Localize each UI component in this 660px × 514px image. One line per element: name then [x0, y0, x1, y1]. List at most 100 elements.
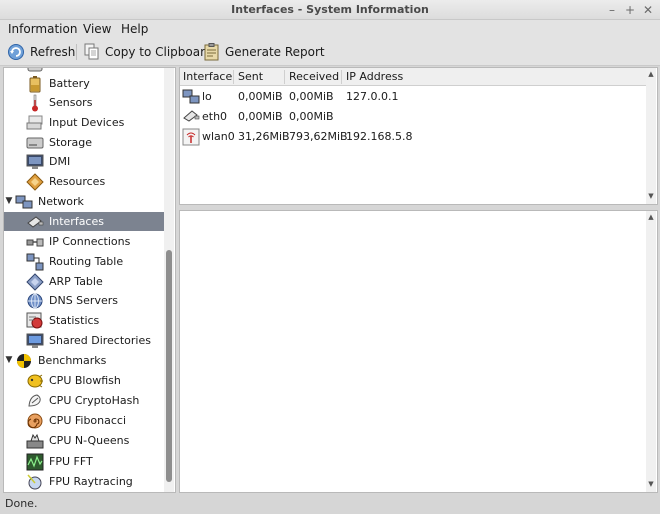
sidebar-item-label: Network: [38, 195, 84, 208]
sidebar-group-network[interactable]: Network: [15, 192, 175, 211]
sidebar-item-cpu-blowfish[interactable]: CPU Blowfish: [26, 371, 175, 390]
minimize-icon[interactable]: –: [604, 2, 620, 18]
sidebar-item-shared-directories[interactable]: Shared Directories: [26, 331, 175, 350]
column-header-sent[interactable]: Sent: [238, 70, 263, 83]
sidebar-item-label: Resources: [49, 175, 106, 188]
column-divider[interactable]: [284, 70, 285, 84]
detail-pane: ▲ ▼: [179, 210, 658, 493]
column-divider[interactable]: [341, 70, 342, 84]
cell-interface: wlan0: [202, 130, 235, 143]
sidebar-tree[interactable]: Battery Sensors Input Devices Storage DM…: [3, 67, 176, 493]
cell-sent: 0,00MiB: [238, 110, 283, 123]
loopback-icon: [182, 89, 200, 104]
network-expander-icon[interactable]: ▼: [4, 196, 14, 206]
cell-interface: lo: [202, 90, 212, 103]
column-header-received[interactable]: Received: [289, 70, 339, 83]
scroll-up-icon[interactable]: ▲: [646, 70, 656, 78]
toolbar: Refresh Copy to Clipboard Generate Repor…: [0, 38, 660, 66]
blowfish-icon: [26, 372, 44, 390]
refresh-button[interactable]: Refresh: [7, 42, 75, 62]
scroll-up-icon[interactable]: ▲: [646, 213, 656, 221]
close-icon[interactable]: ✕: [640, 2, 656, 18]
menu-bar: Information View Help: [0, 20, 660, 38]
battery-icon: [26, 75, 44, 93]
sidebar-item-cpu-nqueens[interactable]: CPU N-Queens: [26, 431, 175, 450]
cell-sent: 0,00MiB: [238, 90, 283, 103]
sidebar-item-input-devices[interactable]: Input Devices: [26, 113, 175, 132]
sidebar-item-label: DNS Servers: [49, 294, 118, 307]
sidebar-item-ip-connections[interactable]: IP Connections: [26, 232, 175, 251]
sidebar-item-fpu-raytracing[interactable]: FPU Raytracing: [26, 472, 175, 491]
sidebar-item-battery[interactable]: Battery: [26, 74, 175, 93]
sidebar-item-dmi[interactable]: DMI: [26, 152, 175, 171]
interface-icon: [26, 213, 44, 231]
cell-received: 793,62MiB: [289, 130, 348, 143]
sidebar-item-label: Battery: [49, 77, 90, 90]
refresh-label: Refresh: [30, 45, 76, 59]
table-scrollbar[interactable]: ▲ ▼: [646, 68, 656, 204]
scroll-down-icon[interactable]: ▼: [646, 480, 656, 488]
column-header-ip-address[interactable]: IP Address: [346, 70, 403, 83]
generate-report-button[interactable]: Generate Report: [204, 42, 325, 62]
monitor-icon: [26, 153, 44, 171]
menu-information[interactable]: Information: [8, 22, 77, 36]
table-row[interactable]: lo 0,00MiB 0,00MiB 127.0.0.1: [180, 87, 647, 107]
report-label: Generate Report: [225, 45, 325, 59]
scroll-down-icon[interactable]: ▼: [646, 192, 656, 200]
sidebar-item-cpu-fibonacci[interactable]: CPU Fibonacci: [26, 411, 175, 430]
cell-sent: 31,26MiB: [238, 130, 290, 143]
cell-ip-address: 127.0.0.1: [346, 90, 399, 103]
sidebar-item-label: FPU FFT: [49, 455, 93, 468]
copy-label: Copy to Clipboard: [105, 45, 213, 59]
routing-icon: [26, 253, 44, 271]
sidebar-item-label: CPU CryptoHash: [49, 394, 140, 407]
sidebar-item-cpu-cryptohash[interactable]: CPU CryptoHash: [26, 391, 175, 410]
sidebar-item-resources[interactable]: Resources: [26, 172, 175, 191]
sidebar-item-routing-table[interactable]: Routing Table: [26, 252, 175, 271]
cryptohash-icon: [26, 392, 44, 410]
sidebar-item-label: DMI: [49, 155, 71, 168]
copy-to-clipboard-button[interactable]: Copy to Clipboard: [84, 42, 212, 62]
column-header-interface[interactable]: Interface: [183, 70, 232, 83]
connection-icon: [26, 233, 44, 251]
toolbar-separator: [76, 44, 77, 60]
benchmarks-expander-icon[interactable]: ▼: [4, 355, 14, 365]
sidebar-item-storage[interactable]: Storage: [26, 133, 175, 152]
column-divider[interactable]: [233, 70, 234, 84]
copy-icon: [84, 43, 99, 60]
harddisk-icon: [26, 134, 44, 152]
report-icon: [204, 43, 219, 61]
fft-icon: [26, 453, 44, 471]
sidebar-item-arp-table[interactable]: ARP Table: [26, 272, 175, 291]
sidebar-item-label: CPU N-Queens: [49, 434, 130, 447]
maximize-icon[interactable]: +: [622, 2, 638, 18]
sidebar-item-label: Sensors: [49, 96, 93, 109]
arp-icon: [26, 272, 44, 291]
sidebar-item-statistics[interactable]: Statistics: [26, 311, 175, 330]
menu-help[interactable]: Help: [121, 22, 148, 36]
nqueens-icon: [26, 432, 44, 450]
sidebar-item-fpu-fft[interactable]: FPU FFT: [26, 452, 175, 471]
refresh-icon: [8, 44, 24, 60]
interfaces-table: Interface Sent Received IP Address lo 0,…: [179, 67, 658, 205]
detail-scrollbar[interactable]: ▲ ▼: [646, 211, 656, 492]
thermometer-icon: [26, 94, 44, 112]
network-icon: [15, 193, 33, 211]
sidebar-scrollbar-thumb[interactable]: [166, 250, 172, 482]
sidebar-item-label: Statistics: [49, 314, 100, 327]
sidebar-item-label: Benchmarks: [38, 354, 107, 367]
sidebar-item-label: CPU Fibonacci: [49, 414, 127, 427]
raytracing-icon: [26, 473, 44, 491]
title-bar: Interfaces - System Information – + ✕: [0, 0, 660, 20]
table-row[interactable]: wlan0 31,26MiB 793,62MiB 192.168.5.8: [180, 127, 647, 147]
sidebar-scrollbar[interactable]: [164, 68, 174, 492]
table-row[interactable]: eth0 0,00MiB 0,00MiB: [180, 107, 647, 127]
sidebar-group-benchmarks[interactable]: Benchmarks: [15, 351, 175, 370]
dns-icon: [26, 292, 44, 310]
sidebar-item-label: Routing Table: [49, 255, 124, 268]
sidebar-item-label: FPU Raytracing: [49, 475, 133, 488]
menu-view[interactable]: View: [83, 22, 111, 36]
sidebar-item-dns-servers[interactable]: DNS Servers: [26, 291, 175, 310]
sidebar-item-interfaces[interactable]: Interfaces: [4, 212, 164, 231]
sidebar-item-sensors[interactable]: Sensors: [26, 93, 175, 112]
